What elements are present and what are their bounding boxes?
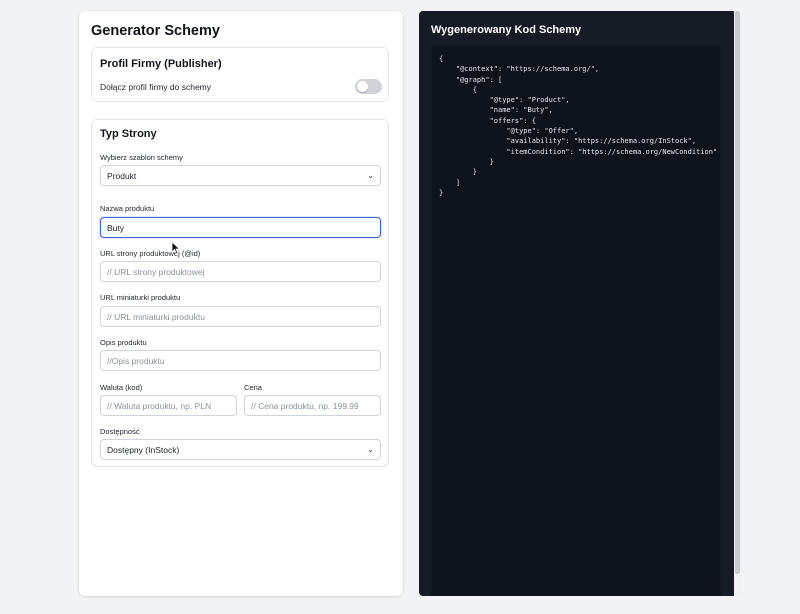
scrollbar-thumb[interactable] <box>735 11 740 574</box>
product-url-input[interactable]: // URL strony produktowej <box>100 261 381 282</box>
product-name-value: Buty <box>107 222 125 233</box>
page-title: Generator Schemy <box>91 23 220 39</box>
toggle-knob <box>357 81 368 92</box>
product-name-input[interactable]: Buty <box>100 217 381 238</box>
product-url-placeholder: // URL strony produktowej <box>107 266 205 277</box>
schema-generator-panel: Generator Schemy Profil Firmy (Publisher… <box>79 11 403 596</box>
template-label: Wybierz szablon schemy <box>100 153 183 162</box>
generated-code-panel: Wygenerowany Kod Schemy { "@context": "h… <box>419 11 742 596</box>
publisher-toggle[interactable] <box>355 79 382 94</box>
currency-label: Waluta (kod) <box>100 383 143 392</box>
page-type-card-title: Typ Strony <box>100 128 157 140</box>
currency-placeholder: // Waluta produktu, np. PLN <box>107 400 212 411</box>
description-label: Opis produktu <box>100 338 147 347</box>
currency-input[interactable]: // Waluta produktu, np. PLN <box>100 395 237 416</box>
chevron-down-icon: ⌄ <box>367 171 374 180</box>
availability-select-value: Dostępny (InStock) <box>107 444 180 455</box>
product-name-label: Nazwa produktu <box>100 204 155 213</box>
cursor-icon <box>171 241 181 255</box>
description-input[interactable]: //Opis produktu <box>100 350 381 371</box>
publisher-toggle-label: Dołącz profil firmy do schemy <box>100 82 212 92</box>
price-placeholder: // Cena produktu, np. 199.99 <box>251 400 359 411</box>
schema-json-code: { "@context": "https://schema.org/", "@g… <box>439 55 718 197</box>
page-type-card: Typ Strony Wybierz szablon schemy Produk… <box>91 119 389 467</box>
description-placeholder: //Opis produktu <box>107 355 165 366</box>
publisher-card: Profil Firmy (Publisher) Dołącz profil f… <box>91 47 389 102</box>
thumbnail-url-label: URL miniaturki produktu <box>100 293 181 302</box>
product-url-label: URL strony produktowej (@id) <box>100 249 201 258</box>
price-label: Cena <box>244 383 262 392</box>
chevron-down-icon: ⌄ <box>367 445 374 454</box>
publisher-card-title: Profil Firmy (Publisher) <box>100 58 222 70</box>
code-output-box[interactable]: { "@context": "https://schema.org/", "@g… <box>431 46 721 596</box>
generated-code-title: Wygenerowany Kod Schemy <box>431 24 582 36</box>
availability-select[interactable]: Dostępny (InStock) ⌄ <box>100 439 381 460</box>
availability-label: Dostępność <box>100 427 140 436</box>
template-select[interactable]: Produkt ⌄ <box>100 165 381 186</box>
template-select-value: Produkt <box>107 170 137 181</box>
thumbnail-url-placeholder: // URL miniaturki produktu <box>107 311 205 322</box>
price-input[interactable]: // Cena produktu, np. 199.99 <box>244 395 381 416</box>
thumbnail-url-input[interactable]: // URL miniaturki produktu <box>100 306 381 327</box>
